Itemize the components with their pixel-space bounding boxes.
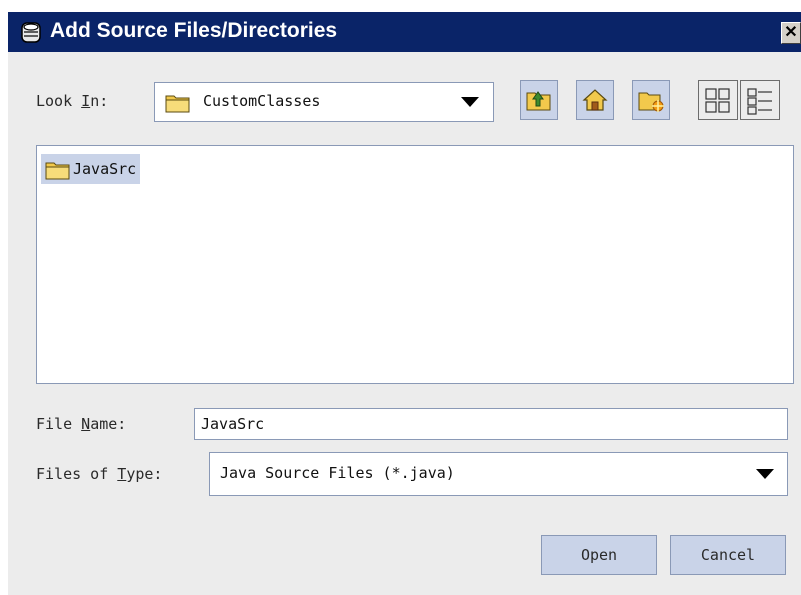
look-in-value: CustomClasses	[203, 92, 321, 110]
new-folder-icon	[638, 92, 664, 112]
list-view-icon	[705, 88, 730, 113]
title-bar[interactable]: Add Source Files/Directories ✕	[8, 12, 801, 52]
close-button[interactable]: ✕	[781, 22, 801, 44]
app-icon	[21, 22, 41, 43]
list-view-button[interactable]	[698, 80, 738, 120]
folder-up-icon	[526, 91, 551, 111]
files-of-type-label: Files of Type:	[36, 465, 163, 483]
details-view-icon	[747, 88, 772, 115]
look-in-label: Look In:	[36, 92, 109, 110]
folder-icon	[165, 95, 190, 113]
file-chooser-dialog: Add Source Files/Directories ✕ Look In: …	[0, 0, 801, 595]
file-name-label: File Name:	[36, 415, 127, 433]
new-folder-button[interactable]	[632, 80, 670, 120]
list-item[interactable]: JavaSrc	[41, 154, 141, 184]
dropdown-arrow-icon[interactable]	[756, 469, 774, 479]
files-of-type-value: Java Source Files (*.java)	[220, 464, 455, 482]
home-icon	[582, 89, 608, 111]
dropdown-arrow-icon[interactable]	[461, 97, 479, 107]
files-of-type-dropdown[interactable]: Java Source Files (*.java)	[209, 452, 788, 496]
file-name-input[interactable]: JavaSrc	[194, 408, 788, 440]
folder-icon	[45, 162, 70, 180]
window-title: Add Source Files/Directories	[50, 19, 338, 42]
open-button[interactable]: Open	[541, 535, 657, 575]
details-view-button[interactable]	[740, 80, 780, 120]
list-item-label: JavaSrc	[73, 160, 137, 178]
file-list[interactable]: JavaSrc	[36, 145, 794, 384]
home-button[interactable]	[576, 80, 614, 120]
up-one-level-button[interactable]	[520, 80, 558, 120]
cancel-button[interactable]: Cancel	[670, 535, 786, 575]
look-in-dropdown[interactable]: CustomClasses	[154, 82, 494, 122]
